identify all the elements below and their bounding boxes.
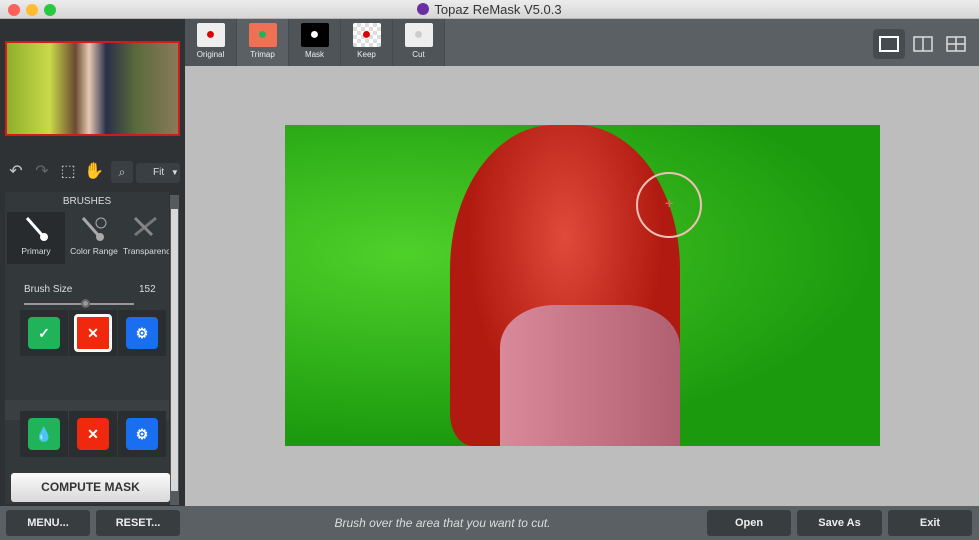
color-range-brush-icon [65, 212, 123, 246]
brush-size-slider[interactable] [24, 299, 134, 308]
tab-cut[interactable]: ● Cut [393, 19, 445, 66]
panel-scrollbar[interactable] [170, 195, 179, 505]
brush-size-value: 152 [139, 284, 156, 295]
compute-fill-box[interactable]: ⚙ [118, 411, 166, 457]
tab-original[interactable]: ● Original [185, 19, 237, 66]
brushes-heading: BRUSHES [62, 196, 112, 207]
status-text: Brush over the area that you want to cut… [334, 516, 551, 530]
white-apple-icon: ● [300, 23, 329, 47]
quad-view-button[interactable] [940, 29, 972, 59]
canvas-area[interactable]: ✛ [185, 66, 979, 506]
tab-mask[interactable]: ● Mask [289, 19, 341, 66]
keep-brush-box[interactable]: ✓ [20, 310, 68, 356]
paintbrush-icon [7, 212, 65, 246]
cut-brush-box[interactable]: ✕ [69, 310, 117, 356]
marquee-select-icon[interactable]: ⬚ [58, 161, 78, 183]
tab-keep[interactable]: ● Keep [341, 19, 393, 66]
single-view-button[interactable] [873, 29, 905, 59]
quad-view-icon [946, 36, 966, 52]
compute-brush-box[interactable]: ⚙ [118, 310, 166, 356]
transparent-apple-icon: ● [352, 23, 381, 47]
view-toolbar: ● Original ● Trimap ● Mask ● Keep ● Cut [185, 19, 979, 66]
dropdown-arrow-icon: ▼ [170, 168, 179, 177]
zoom-select[interactable]: Fit ▼ [136, 163, 180, 183]
exit-button[interactable]: Exit [888, 510, 972, 536]
red-apple-icon: ● [196, 23, 225, 47]
bottom-bar: MENU... RESET... Brush over the area tha… [0, 506, 979, 540]
compute-fill-icon[interactable]: ⚙ [126, 418, 158, 450]
trimap-image[interactable]: ✛ [285, 125, 880, 446]
topaz-logo-icon [417, 3, 430, 15]
cut-fill-icon[interactable]: ✕ [77, 418, 109, 450]
hand-pan-icon[interactable]: ✋ [84, 161, 104, 183]
title-bar: Topaz ReMask V5.0.3 [0, 0, 979, 19]
slider-knob[interactable] [80, 299, 90, 308]
keep-fill-icon[interactable]: 💧 [28, 418, 60, 450]
transparency-brush-icon [123, 212, 169, 246]
brush-tab-color-range[interactable]: Color Range [65, 212, 123, 264]
crosshair-icon: ✛ [665, 199, 674, 210]
trimap-apple-icon: ● [248, 23, 277, 47]
tab-trimap[interactable]: ● Trimap [237, 19, 289, 66]
menu-button[interactable]: MENU... [6, 510, 90, 536]
compute-mask-button[interactable]: COMPUTE MASK [11, 473, 170, 502]
keep-fill-box[interactable]: 💧 [20, 411, 68, 457]
left-panel: ↶ ↷ ⬚ ✋ ⌕ Fit ▼ BRUSHES Primary Color Ra… [0, 19, 185, 506]
brush-cursor: ✛ [636, 172, 702, 238]
open-button[interactable]: Open [707, 510, 791, 536]
redo-icon[interactable]: ↷ [32, 161, 52, 183]
split-view-button[interactable] [907, 29, 939, 59]
brush-tab-primary[interactable]: Primary [7, 212, 65, 264]
cut-brush-icon[interactable]: ✕ [74, 314, 112, 352]
keep-brush-icon[interactable]: ✓ [28, 317, 60, 349]
scrollbar-thumb[interactable] [171, 209, 178, 491]
brush-size-label: Brush Size [24, 284, 73, 295]
shirt-region [500, 305, 680, 446]
split-view-icon [913, 36, 933, 52]
navigator-thumbnail[interactable] [5, 41, 180, 136]
zoom-magnifier-icon[interactable]: ⌕ [111, 161, 133, 183]
cut-fill-box[interactable]: ✕ [69, 411, 117, 457]
save-as-button[interactable]: Save As [797, 510, 882, 536]
brush-tab-transparency[interactable]: Transparency [123, 212, 169, 264]
cut-apple-icon: ● [404, 23, 433, 47]
undo-icon[interactable]: ↶ [6, 161, 26, 183]
window-title: Topaz ReMask V5.0.3 [0, 2, 979, 17]
single-view-icon [879, 36, 899, 52]
reset-button[interactable]: RESET... [96, 510, 180, 536]
compute-brush-icon[interactable]: ⚙ [126, 317, 158, 349]
